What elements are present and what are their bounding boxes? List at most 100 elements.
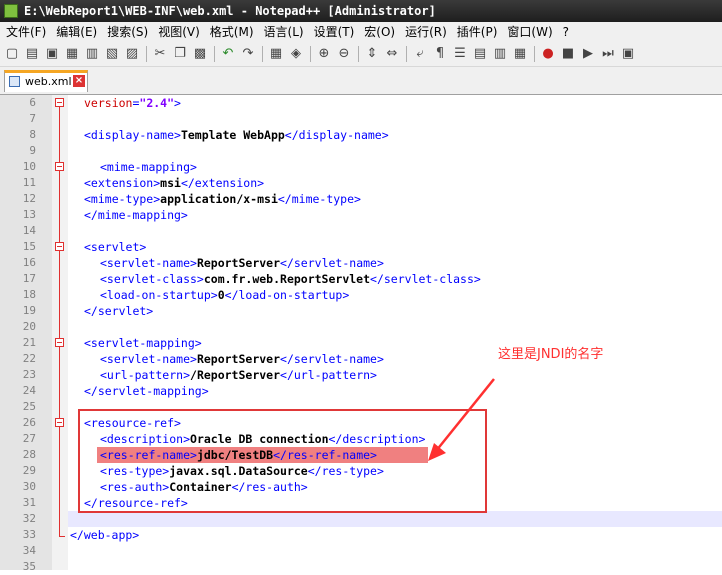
line-number: 10: [22, 160, 36, 173]
fold-toggle-icon[interactable]: [55, 338, 64, 347]
line-number: 15: [22, 240, 36, 253]
fold-end-marker: [59, 536, 65, 537]
menu-item[interactable]: 设置(T): [308, 22, 359, 42]
line-number: 20: [22, 320, 36, 333]
line-number: 28: [22, 448, 36, 461]
indent-guide-icon[interactable]: ☰: [452, 46, 468, 62]
line-number: 13: [22, 208, 36, 221]
code-line: <servlet-mapping>: [70, 335, 202, 351]
tab-label: web.xml: [25, 75, 72, 88]
menu-item[interactable]: 运行(R): [399, 22, 451, 42]
code-line: <url-pattern>/ReportServer</url-pattern>: [70, 367, 377, 383]
copy-icon[interactable]: ❐: [172, 46, 188, 62]
line-number: 21: [22, 336, 36, 349]
fold-toggle-icon[interactable]: [55, 98, 64, 107]
menu-item[interactable]: 搜索(S): [101, 22, 152, 42]
xml-text: ReportServer: [196, 352, 281, 366]
fold-toggle-icon[interactable]: [55, 418, 64, 427]
cut-icon[interactable]: ✂: [152, 46, 168, 62]
menu-item[interactable]: 窗口(W): [501, 22, 556, 42]
close-all-icon[interactable]: ▧: [104, 46, 120, 62]
xml-tag: <servlet-mapping>: [84, 336, 202, 350]
editor[interactable]: 这里是JNDI的名字 6 version="2.4"> 7 8 <display-nam…: [0, 95, 722, 573]
line-number: 6: [29, 96, 36, 109]
toolbar-divider: [310, 46, 311, 62]
code-line: <load-on-startup>0</load-on-startup>: [70, 287, 349, 303]
xml-text: com.fr.web.ReportServlet: [203, 272, 371, 286]
menu-item[interactable]: ?: [557, 22, 573, 42]
xml-tag: <servlet>: [84, 240, 147, 254]
tab-web-xml[interactable]: web.xml ×: [4, 70, 88, 92]
save-macro-icon[interactable]: ▣: [620, 46, 636, 62]
code-line: <display-name>Template WebApp</display-n…: [70, 127, 389, 143]
line-number: 29: [22, 464, 36, 477]
xml-text: 0: [217, 288, 225, 302]
xml-tag: </mime-type>: [277, 192, 361, 206]
code-line: <description>Oracle DB connection</descr…: [70, 431, 425, 447]
paste-icon[interactable]: ▩: [192, 46, 208, 62]
code-line: </mime-mapping>: [70, 207, 188, 223]
zoom-in-icon[interactable]: ⊕: [316, 46, 332, 62]
undo-icon[interactable]: ↶: [220, 46, 236, 62]
replace-icon[interactable]: ◈: [288, 46, 304, 62]
line-number: 31: [22, 496, 36, 509]
toolbar-divider: [534, 46, 535, 62]
line-number: 8: [29, 128, 36, 141]
word-wrap-icon[interactable]: ⤶: [412, 46, 428, 62]
redo-icon[interactable]: ↷: [240, 46, 256, 62]
doc-map-icon[interactable]: ▥: [492, 46, 508, 62]
user-lang-icon[interactable]: ▤: [472, 46, 488, 62]
xml-text: Container: [169, 480, 232, 494]
zoom-out-icon[interactable]: ⊖: [336, 46, 352, 62]
code-line: <res-type>javax.sql.DataSource</res-type…: [70, 463, 384, 479]
xml-tag: </display-name>: [284, 128, 389, 142]
line-number: 9: [29, 144, 36, 157]
xml-tag: <servlet-class>: [100, 272, 204, 286]
toolbar-divider: [358, 46, 359, 62]
current-line-highlight: [68, 511, 722, 527]
run-macro-multiple-icon[interactable]: ⏭: [600, 46, 616, 62]
find-icon[interactable]: ▦: [268, 46, 284, 62]
line-number: 27: [22, 432, 36, 445]
xml-tag: <res-ref-name>: [100, 448, 197, 462]
xml-tag: </load-on-startup>: [224, 288, 350, 302]
menu-item[interactable]: 文件(F): [0, 22, 50, 42]
line-number: 25: [22, 400, 36, 413]
open-file-icon[interactable]: ▤: [24, 46, 40, 62]
xml-tag: </url-pattern>: [280, 368, 377, 382]
show-all-chars-icon[interactable]: ¶: [432, 46, 448, 62]
record-macro-icon[interactable]: ●: [540, 46, 556, 62]
code-line: <servlet-name>ReportServer</servlet-name…: [70, 351, 384, 367]
save-all-icon[interactable]: ▦: [64, 46, 80, 62]
xml-tag: </res-type>: [307, 464, 384, 478]
tab-bar: web.xml ×: [0, 67, 722, 95]
code-line: </resource-ref>: [70, 495, 188, 511]
xml-tag: </extension>: [180, 176, 265, 190]
menu-item[interactable]: 编辑(E): [50, 22, 101, 42]
close-tab-icon[interactable]: ×: [73, 75, 85, 87]
new-file-icon[interactable]: ▢: [4, 46, 20, 62]
code-line: </web-app>: [70, 527, 139, 543]
stop-recording-icon[interactable]: ■: [560, 46, 576, 62]
function-list-icon[interactable]: ▦: [512, 46, 528, 62]
menu-item[interactable]: 插件(P): [451, 22, 502, 42]
line-number: 34: [22, 544, 36, 557]
line-number: 33: [22, 528, 36, 541]
xml-tag: </resource-ref>: [84, 496, 188, 510]
xml-tag: </servlet-mapping>: [84, 384, 209, 398]
print-icon[interactable]: ▨: [124, 46, 140, 62]
xml-tag: </description>: [328, 432, 426, 446]
sync-vertical-icon[interactable]: ⇕: [364, 46, 380, 62]
menu-item[interactable]: 格式(M): [204, 22, 258, 42]
menu-item[interactable]: 视图(V): [152, 22, 204, 42]
menu-item[interactable]: 宏(O): [358, 22, 399, 42]
close-file-icon[interactable]: ▥: [84, 46, 100, 62]
fold-toggle-icon[interactable]: [55, 242, 64, 251]
sync-horizontal-icon[interactable]: ⇔: [384, 46, 400, 62]
save-icon[interactable]: ▣: [44, 46, 60, 62]
play-macro-icon[interactable]: ▶: [580, 46, 596, 62]
line-number: 7: [29, 112, 36, 125]
menu-item[interactable]: 语言(L): [258, 22, 308, 42]
code-line: <resource-ref>: [70, 415, 181, 431]
fold-toggle-icon[interactable]: [55, 162, 64, 171]
